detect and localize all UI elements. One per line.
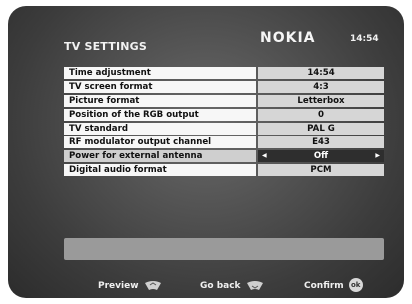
setting-value[interactable]: PCM [258,164,384,177]
setting-label: Picture format [64,94,256,107]
setting-row-digital-audio-format[interactable]: Digital audio format PCM [64,164,384,177]
setting-value: Off [313,151,329,162]
setting-row-tv-screen-format[interactable]: TV screen format 4:3 [64,80,384,93]
setting-label: TV screen format [64,80,256,93]
back-remote-icon [246,281,263,290]
setting-row-time-adjustment[interactable]: Time adjustment 14:54 [64,67,384,79]
tv-screen: TV SETTINGS NOKIA 14:54 Time adjustment … [8,6,404,298]
setting-row-tv-standard[interactable]: TV standard PAL G [64,122,384,135]
setting-value[interactable]: PAL G [258,122,384,135]
setting-label: Position of the RGB output [64,108,256,121]
preview-hint[interactable]: Preview [98,280,162,291]
setting-label: Time adjustment [64,67,256,79]
setting-value-selector[interactable]: ◀ Off ▶ [258,150,384,163]
setting-row-external-antenna-power[interactable]: Power for external antenna ◀ Off ▶ [64,150,384,163]
setting-value[interactable]: 4:3 [258,80,384,93]
settings-list: Time adjustment 14:54 TV screen format 4… [64,67,384,178]
setting-value[interactable]: Letterbox [258,94,384,107]
setting-label: Digital audio format [64,164,256,177]
page-title: TV SETTINGS [64,40,147,53]
setting-row-rf-modulator-channel[interactable]: RF modulator output channel E43 [64,136,384,149]
go-back-hint[interactable]: Go back [200,280,264,291]
setting-label: RF modulator output channel [64,136,256,149]
confirm-hint[interactable]: Confirm ok [304,278,363,292]
confirm-label: Confirm [304,281,344,291]
go-back-label: Go back [200,280,241,291]
right-arrow-icon[interactable]: ▶ [375,150,380,162]
left-arrow-icon[interactable]: ◀ [262,150,267,162]
setting-value[interactable]: 14:54 [258,67,384,79]
footer-hints: Preview Go back Confirm ok [8,278,404,294]
setting-label: Power for external antenna [64,150,256,163]
setting-value[interactable]: E43 [258,136,384,149]
info-panel [64,238,384,260]
setting-label: TV standard [64,122,256,135]
preview-remote-icon [144,281,161,290]
setting-row-picture-format[interactable]: Picture format Letterbox [64,94,384,107]
ok-button-icon[interactable]: ok [348,278,363,292]
setting-row-rgb-position[interactable]: Position of the RGB output 0 [64,108,384,121]
setting-value[interactable]: 0 [258,108,384,121]
clock: 14:54 [350,34,379,44]
brand-logo: NOKIA [260,30,316,46]
preview-label: Preview [98,280,139,291]
